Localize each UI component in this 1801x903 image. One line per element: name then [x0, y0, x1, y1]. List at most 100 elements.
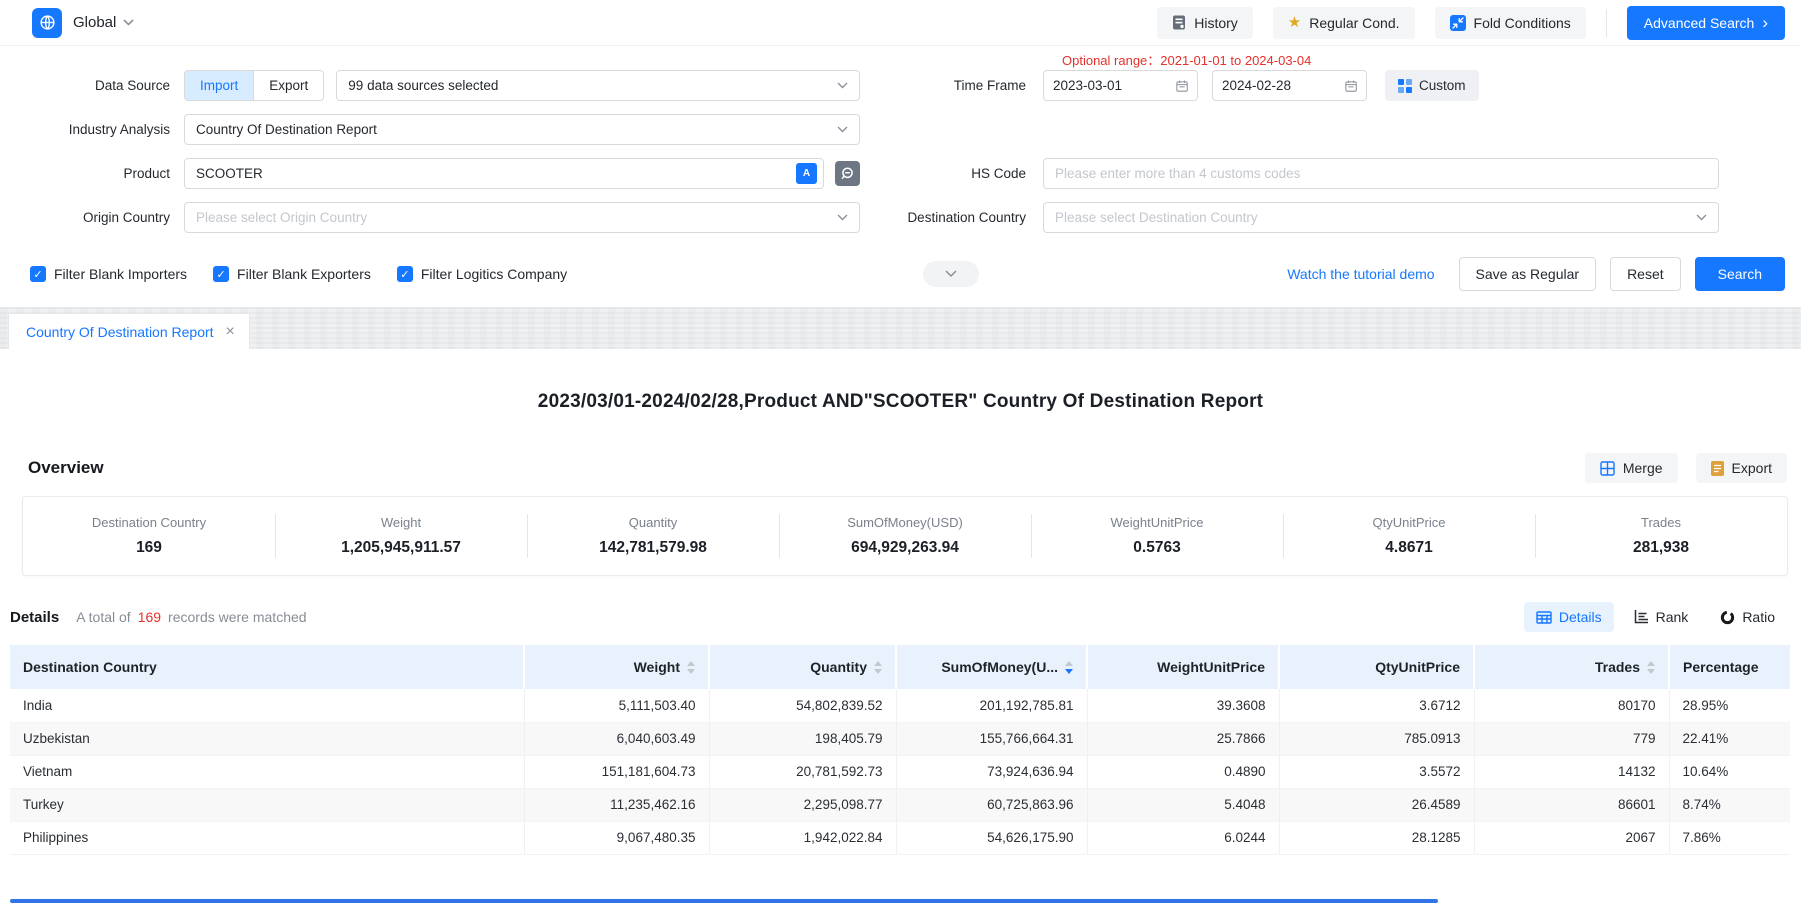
save-as-regular-button[interactable]: Save as Regular [1459, 257, 1597, 291]
summary-suffix: records were matched [168, 609, 307, 625]
value-cell: 54,626,175.90 [896, 821, 1087, 854]
sort-icon[interactable] [1065, 661, 1073, 674]
column-header[interactable]: Weight [524, 645, 709, 689]
column-header: QtyUnitPrice [1279, 645, 1474, 689]
value-cell: 3.6712 [1279, 689, 1474, 722]
exclude-search-icon-button[interactable] [835, 161, 860, 186]
value-cell: 54,802,839.52 [709, 689, 896, 722]
overview-stat: WeightUnitPrice 0.5763 [1031, 497, 1283, 575]
custom-range-label: Custom [1419, 78, 1466, 93]
view-ratio-button[interactable]: Ratio [1708, 602, 1787, 632]
sort-icon[interactable] [1647, 661, 1655, 674]
filter-checkbox-item[interactable]: ✓Filter Blank Importers [30, 266, 187, 282]
product-input-wrap: A [184, 158, 824, 189]
table-header-row: Destination CountryWeightQuantitySumOfMo… [10, 645, 1790, 689]
advanced-search-button[interactable]: Advanced Search › [1627, 6, 1785, 40]
value-cell: 73,924,636.94 [896, 755, 1087, 788]
stat-value: 0.5763 [1133, 539, 1180, 557]
records-summary: A total of169records were matched [76, 609, 306, 625]
merge-button[interactable]: Merge [1585, 453, 1678, 483]
records-count: 169 [138, 609, 161, 625]
hs-code-label: HS Code [860, 166, 1043, 181]
hs-code-input[interactable] [1055, 166, 1707, 181]
search-minus-icon [840, 166, 855, 181]
start-date-value[interactable] [1053, 78, 1170, 93]
filter-checkbox-item[interactable]: ✓ Filter Logitics Company [397, 266, 567, 282]
value-cell: 1,942,022.84 [709, 821, 896, 854]
tab-country-of-destination-report[interactable]: Country Of Destination Report × [8, 313, 250, 349]
details-table: Destination CountryWeightQuantitySumOfMo… [10, 645, 1790, 855]
value-cell: 2,295,098.77 [709, 788, 896, 821]
overview-actions: Merge Export [1585, 453, 1787, 483]
view-ratio-label: Ratio [1742, 609, 1775, 625]
tab-title: Country Of Destination Report [26, 324, 214, 340]
history-button[interactable]: History [1157, 7, 1253, 39]
custom-range-button[interactable]: Custom [1385, 70, 1479, 101]
page: { "topbar": { "region_label": "Global", … [0, 0, 1801, 903]
table-icon [1536, 611, 1552, 624]
product-input[interactable] [196, 166, 789, 181]
stat-value: 1,205,945,911.57 [341, 539, 461, 557]
overview-header: Overview Merge Export [28, 453, 1787, 483]
chevron-down-icon [945, 270, 957, 278]
tutorial-link[interactable]: Watch the tutorial demo [1287, 266, 1434, 282]
import-toggle[interactable]: Import [185, 71, 253, 100]
export-button[interactable]: Export [1696, 453, 1787, 483]
checkbox-icon[interactable]: ✓ [30, 266, 46, 282]
country-row: Origin Country Please select Origin Coun… [0, 202, 1801, 233]
checkbox-label: Filter Logitics Company [421, 266, 567, 282]
stat-label: Quantity [629, 515, 677, 530]
column-header[interactable]: Quantity [709, 645, 896, 689]
sort-icon[interactable] [687, 661, 695, 674]
industry-analysis-select[interactable]: Country Of Destination Report [184, 114, 860, 145]
optional-range-hint: Optional range：2021-01-01 to 2024-03-04 [1062, 50, 1311, 69]
fold-conditions-button[interactable]: Fold Conditions [1435, 7, 1586, 39]
filter-panel: Optional range：2021-01-01 to 2024-03-04 … [0, 46, 1801, 307]
column-header[interactable]: Trades [1474, 645, 1669, 689]
data-sources-selected-text: 99 data sources selected [348, 78, 498, 93]
stat-value: 694,929,263.94 [851, 539, 959, 557]
sort-icon[interactable] [874, 661, 882, 674]
collapse-conditions-button[interactable] [923, 261, 979, 287]
close-icon[interactable]: × [226, 324, 235, 340]
chevron-down-icon [837, 126, 848, 133]
search-button[interactable]: Search [1695, 257, 1785, 291]
country-cell: Vietnam [10, 755, 524, 788]
stat-label: WeightUnitPrice [1111, 515, 1204, 530]
regular-cond-button[interactable]: ★ Regular Cond. [1273, 7, 1415, 39]
value-cell: 785.0913 [1279, 722, 1474, 755]
data-sources-select[interactable]: 99 data sources selected [336, 70, 860, 101]
destination-country-placeholder: Please select Destination Country [1055, 210, 1258, 225]
overview-stat: Quantity142,781,579.98 [527, 497, 779, 575]
destination-country-select[interactable]: Please select Destination Country [1043, 202, 1719, 233]
value-cell: 155,766,664.31 [896, 722, 1087, 755]
export-file-icon [1711, 461, 1724, 476]
chevron-down-icon [837, 82, 848, 89]
value-cell: 7.86% [1669, 821, 1790, 854]
horizontal-scrollbar-thumb[interactable] [10, 899, 1438, 903]
merge-label: Merge [1623, 460, 1663, 476]
chevron-down-icon [837, 214, 848, 221]
reset-button[interactable]: Reset [1610, 257, 1681, 291]
table-row: Uzbekistan6,040,603.49198,405.79155,766,… [10, 722, 1790, 755]
start-date-input[interactable] [1043, 70, 1198, 101]
region-selector[interactable]: Global [32, 8, 134, 38]
checkbox-icon[interactable]: ✓ [397, 266, 413, 282]
view-rank-button[interactable]: Rank [1622, 602, 1701, 632]
export-label: Export [1732, 460, 1772, 476]
end-date-value[interactable] [1222, 78, 1339, 93]
filter-checkbox-item[interactable]: ✓Filter Blank Exporters [213, 266, 371, 282]
view-details-button[interactable]: Details [1524, 602, 1614, 632]
export-toggle[interactable]: Export [253, 71, 323, 100]
value-cell: 6.0244 [1087, 821, 1279, 854]
data-source-label: Data Source [0, 78, 184, 93]
origin-country-select[interactable]: Please select Origin Country [184, 202, 860, 233]
value-cell: 2067 [1474, 821, 1669, 854]
translate-icon[interactable]: A [796, 163, 817, 184]
checkbox-icon[interactable]: ✓ [213, 266, 229, 282]
stat-value: 4.8671 [1385, 539, 1432, 557]
global-region-icon[interactable] [32, 8, 62, 38]
column-header[interactable]: SumOfMoney(U... [896, 645, 1087, 689]
industry-analysis-value: Country Of Destination Report [196, 122, 377, 137]
end-date-input[interactable] [1212, 70, 1367, 101]
